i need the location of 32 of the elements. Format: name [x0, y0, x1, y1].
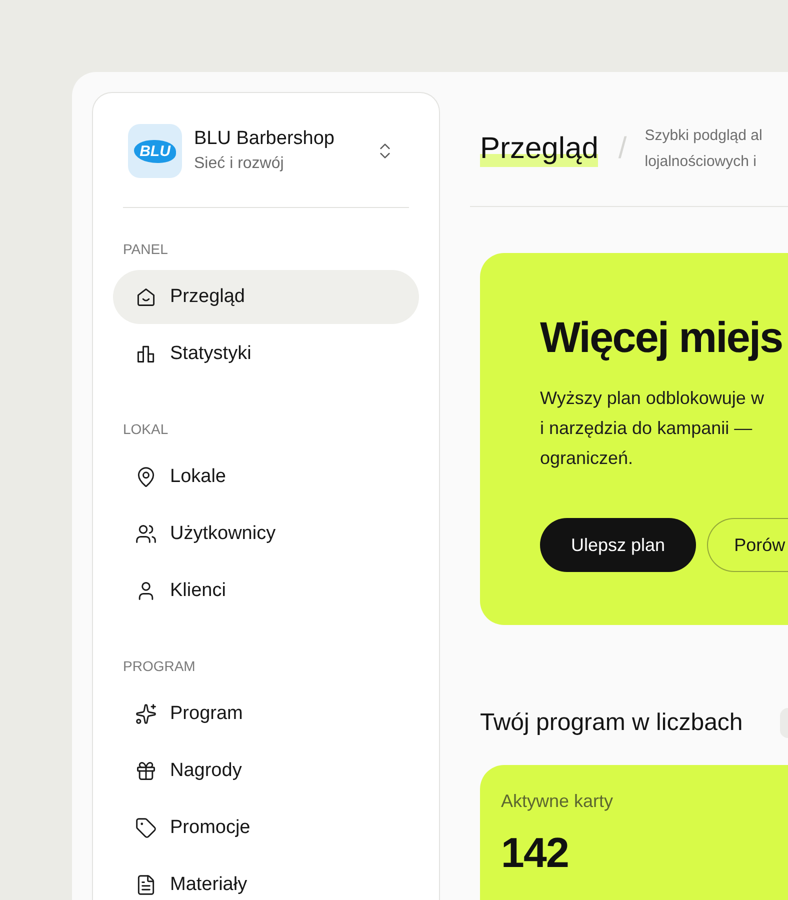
stat-label: Aktywne karty [501, 790, 614, 813]
section-label: PANEL [123, 240, 169, 259]
stat-value: 142 [501, 830, 570, 876]
compare-button[interactable]: Porów [707, 518, 788, 572]
nav-item[interactable]: Program [113, 687, 419, 741]
tag-icon [135, 817, 157, 839]
section-label: PROGRAM [123, 657, 196, 676]
document-icon [135, 874, 157, 896]
nav-item[interactable]: Promocje [113, 801, 419, 855]
section-label: LOKAL [123, 420, 170, 439]
brand-subtitle: Sieć i rozwój [194, 154, 285, 174]
users-icon [135, 523, 157, 545]
bar-chart-icon [135, 343, 157, 365]
header-subtitle: Szybki podgląd al lojalnościowych i [644, 126, 762, 172]
brand-name: BLU Barbershop [194, 127, 336, 151]
nav-item[interactable]: Klienci [113, 564, 419, 618]
gift-icon [135, 760, 157, 782]
logo-wordmark: BLU [134, 140, 176, 162]
nav-item[interactable]: Przegląd [113, 270, 419, 324]
title-separator: / [618, 131, 627, 167]
nav-item[interactable]: Użytkownicy [113, 507, 419, 561]
section-heading: Twój program w liczbach [480, 708, 743, 738]
banner-heading: Więcej miejs [540, 315, 784, 362]
banner-description: Wyższy plan odblokowuje w i narzędzia do kampanii — ograniczeń. [540, 387, 765, 470]
nav-item[interactable]: Materiały [113, 858, 419, 900]
sparkles-icon [135, 703, 157, 725]
nav-item[interactable]: Lokale [113, 450, 419, 504]
upgrade-button[interactable]: Ulepsz plan [540, 518, 696, 572]
map-pin-icon [135, 466, 157, 488]
nav-item[interactable]: Nagrody [113, 744, 419, 798]
nav-item[interactable]: Statystyki [113, 327, 419, 381]
home-icon [135, 286, 157, 308]
